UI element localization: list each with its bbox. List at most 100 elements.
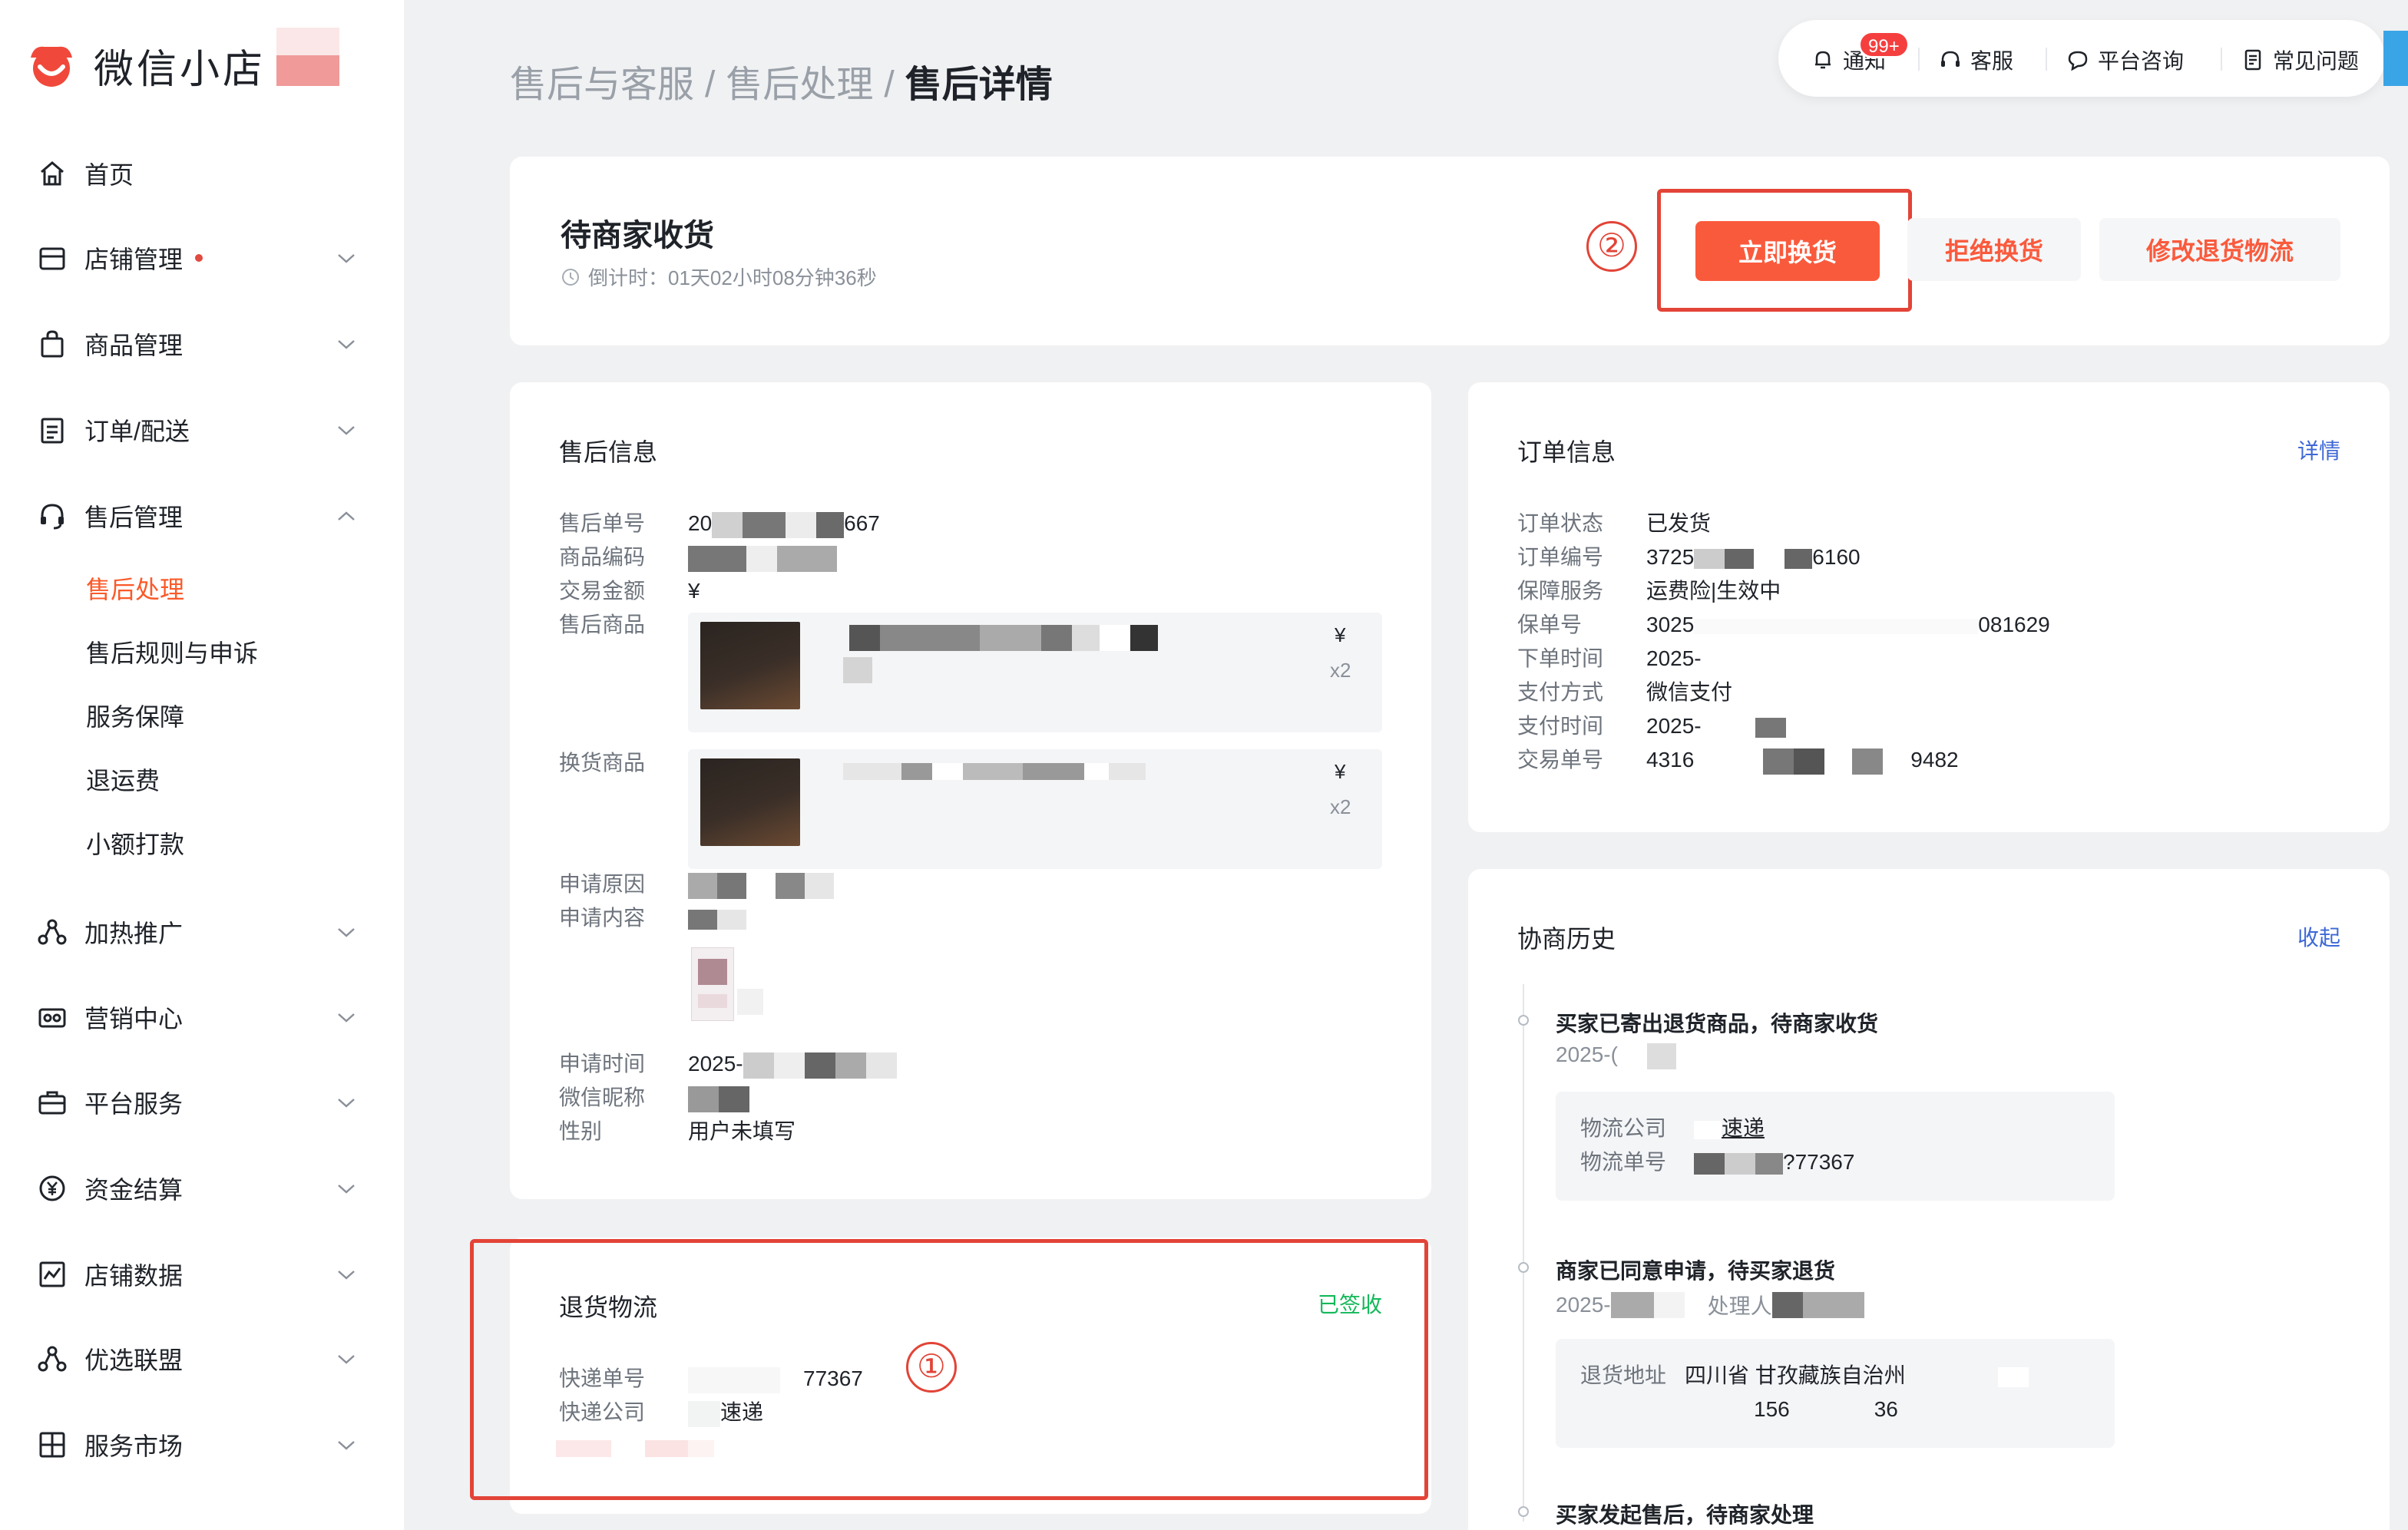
sidebar-subitem-aftersale-processing[interactable]: 售后处理 bbox=[86, 570, 184, 609]
divider bbox=[1918, 48, 1920, 71]
chevron-down-icon bbox=[335, 249, 358, 267]
customer-service-button[interactable]: 客服 bbox=[1938, 43, 2013, 77]
product-thumbnail bbox=[700, 758, 800, 846]
timeline-dot bbox=[1518, 1506, 1529, 1517]
order-status-row: 订单状态 已发货 bbox=[1517, 511, 1712, 535]
headset-icon bbox=[1941, 51, 1960, 67]
exchange-product-row: 换货商品 bbox=[559, 751, 646, 775]
chart-icon bbox=[35, 1257, 69, 1291]
order-id-row: 订单编号 3725 6160 bbox=[1517, 545, 1861, 569]
sidebar-item-store-data[interactable]: 店铺数据 bbox=[35, 1251, 358, 1297]
sidebar-item-products[interactable]: 商品管理 bbox=[35, 321, 358, 367]
sidebar-item-orders[interactable]: 订单/配送 bbox=[35, 407, 358, 453]
exchange-product-item[interactable]: ¥ x2 bbox=[688, 749, 1382, 869]
headset-icon bbox=[35, 499, 69, 533]
breadcrumb: 售后与客服 / 售后处理 / 售后详情 bbox=[510, 64, 1053, 105]
sidebar-item-store[interactable]: 店铺管理 bbox=[35, 235, 358, 281]
gender-row: 性别 用户未填写 bbox=[559, 1119, 796, 1143]
product-quantity: x2 bbox=[1330, 795, 1351, 818]
briefcase-icon bbox=[35, 1086, 69, 1119]
order-detail-link[interactable]: 详情 bbox=[2297, 435, 2340, 465]
modify-return-logistics-button[interactable]: 修改退货物流 bbox=[2099, 218, 2340, 281]
sidebar-subitem-small-payment[interactable]: 小额打款 bbox=[86, 825, 184, 864]
sidebar-item-finance[interactable]: 资金结算 bbox=[35, 1165, 358, 1211]
timeline-event-time: 2025- 处理人 bbox=[1556, 1290, 1864, 1320]
product-name-redacted bbox=[843, 763, 1146, 780]
home-icon bbox=[35, 157, 69, 190]
document-icon bbox=[2244, 49, 2261, 71]
divider bbox=[2046, 48, 2047, 71]
side-floating-tab[interactable] bbox=[2383, 31, 2408, 86]
notification-count-badge: 99+ bbox=[1858, 31, 1910, 58]
app-logo[interactable]: 微信小店 bbox=[26, 37, 266, 94]
chevron-down-icon bbox=[335, 1179, 358, 1198]
collapse-link[interactable]: 收起 bbox=[2297, 921, 2340, 952]
market-icon bbox=[35, 1428, 69, 1462]
chevron-down-icon bbox=[335, 421, 358, 439]
bell-icon bbox=[1815, 51, 1831, 69]
aftersale-product-item[interactable]: ¥ x2 bbox=[688, 613, 1382, 732]
timeline-event-time: 2025-( bbox=[1556, 1043, 1676, 1069]
reject-exchange-button[interactable]: 拒绝换货 bbox=[1907, 218, 2081, 281]
faq-button[interactable]: 常见问题 bbox=[2241, 43, 2359, 77]
page-title: 售后详情 bbox=[905, 64, 1053, 105]
order-info-card: 订单信息 详情 订单状态 已发货 订单编号 3725 6160 保障服务 运费险|… bbox=[1468, 382, 2390, 832]
sidebar-item-home[interactable]: 首页 bbox=[35, 150, 358, 197]
app-title: 微信小店 bbox=[94, 48, 266, 92]
wechat-nickname-row: 微信昵称 bbox=[559, 1081, 749, 1115]
redacted-value bbox=[688, 901, 746, 935]
attachment-image[interactable] bbox=[691, 947, 734, 1021]
wechat-shop-logo-icon bbox=[26, 41, 77, 91]
chevron-down-icon bbox=[335, 1350, 358, 1368]
chevron-up-icon bbox=[335, 507, 358, 525]
sidebar-subitem-rules[interactable]: 售后规则与申诉 bbox=[86, 634, 258, 672]
trade-id-row: 交易单号 4316 9482 bbox=[1517, 743, 1959, 777]
countdown-value: 01天02小时08分钟36秒 bbox=[668, 266, 877, 289]
divider bbox=[2221, 48, 2222, 71]
apply-time-row: 申请时间 2025- bbox=[559, 1047, 897, 1081]
amount-row: 交易金额 ¥ bbox=[559, 579, 700, 603]
reason-row: 申请原因 bbox=[559, 867, 834, 901]
breadcrumb-item[interactable]: 售后与客服 bbox=[510, 64, 694, 105]
timeline-detail-box: 退货地址 四川省 甘孜藏族自治州 156 36 bbox=[1556, 1339, 2115, 1448]
annotation-marker-1: ① bbox=[906, 1342, 957, 1393]
network-icon bbox=[35, 1342, 69, 1376]
product-quantity: x2 bbox=[1330, 659, 1351, 682]
chat-bubble-icon bbox=[2068, 51, 2088, 71]
sidebar-item-alliance[interactable]: 优选联盟 bbox=[35, 1336, 358, 1382]
sku-row: 商品编码 bbox=[559, 540, 837, 574]
product-thumbnail bbox=[700, 622, 800, 709]
timeline-event-title: 买家发起售后，待商家处理 bbox=[1556, 1503, 1814, 1527]
countdown: 倒计时： 01天02小时08分钟36秒 bbox=[561, 263, 877, 291]
aftersale-id-row: 售后单号 20 667 bbox=[559, 507, 880, 540]
negotiation-history-card: 协商历史 收起 买家已寄出退货商品，待商家收货 2025-( 物流公司 速递 物… bbox=[1468, 869, 2390, 1530]
product-row: 售后商品 bbox=[559, 613, 646, 636]
chevron-down-icon bbox=[335, 1436, 358, 1454]
coupon-icon bbox=[35, 1000, 69, 1034]
platform-consult-button[interactable]: 平台咨询 bbox=[2066, 43, 2184, 77]
payment-time-row: 支付时间 2025- bbox=[1517, 709, 1786, 743]
aftersale-status-title: 待商家收货 bbox=[561, 219, 714, 253]
breadcrumb-item[interactable]: 售后处理 bbox=[726, 64, 873, 105]
redacted-value bbox=[688, 540, 837, 574]
product-price: ¥ bbox=[1335, 760, 1346, 783]
chevron-down-icon bbox=[335, 923, 358, 941]
product-name-redacted bbox=[849, 625, 1158, 651]
sidebar-subitem-guarantee[interactable]: 服务保障 bbox=[86, 698, 184, 736]
clock-icon bbox=[562, 268, 579, 286]
sidebar-item-aftersale[interactable]: 售后管理 bbox=[35, 493, 358, 539]
chevron-down-icon bbox=[335, 335, 358, 353]
sidebar-item-promotion[interactable]: 加热推广 bbox=[35, 909, 358, 955]
timeline-dot bbox=[1518, 1262, 1529, 1273]
sidebar-item-service-market[interactable]: 服务市场 bbox=[35, 1422, 358, 1468]
share-icon bbox=[35, 915, 69, 949]
sidebar-subitem-return-freight[interactable]: 退运费 bbox=[86, 762, 160, 800]
content-row: 申请内容 bbox=[559, 901, 746, 935]
payment-method-row: 支付方式 微信支付 bbox=[1517, 680, 1733, 704]
sidebar-item-platform-services[interactable]: 平台服务 bbox=[35, 1079, 358, 1125]
policy-number-row: 保单号 3025 081629 bbox=[1517, 613, 2050, 636]
chevron-down-icon bbox=[335, 1008, 358, 1026]
sidebar-item-marketing[interactable]: 营销中心 bbox=[35, 994, 358, 1040]
chevron-down-icon bbox=[335, 1093, 358, 1112]
exchange-now-button[interactable]: 立即换货 bbox=[1695, 221, 1880, 281]
